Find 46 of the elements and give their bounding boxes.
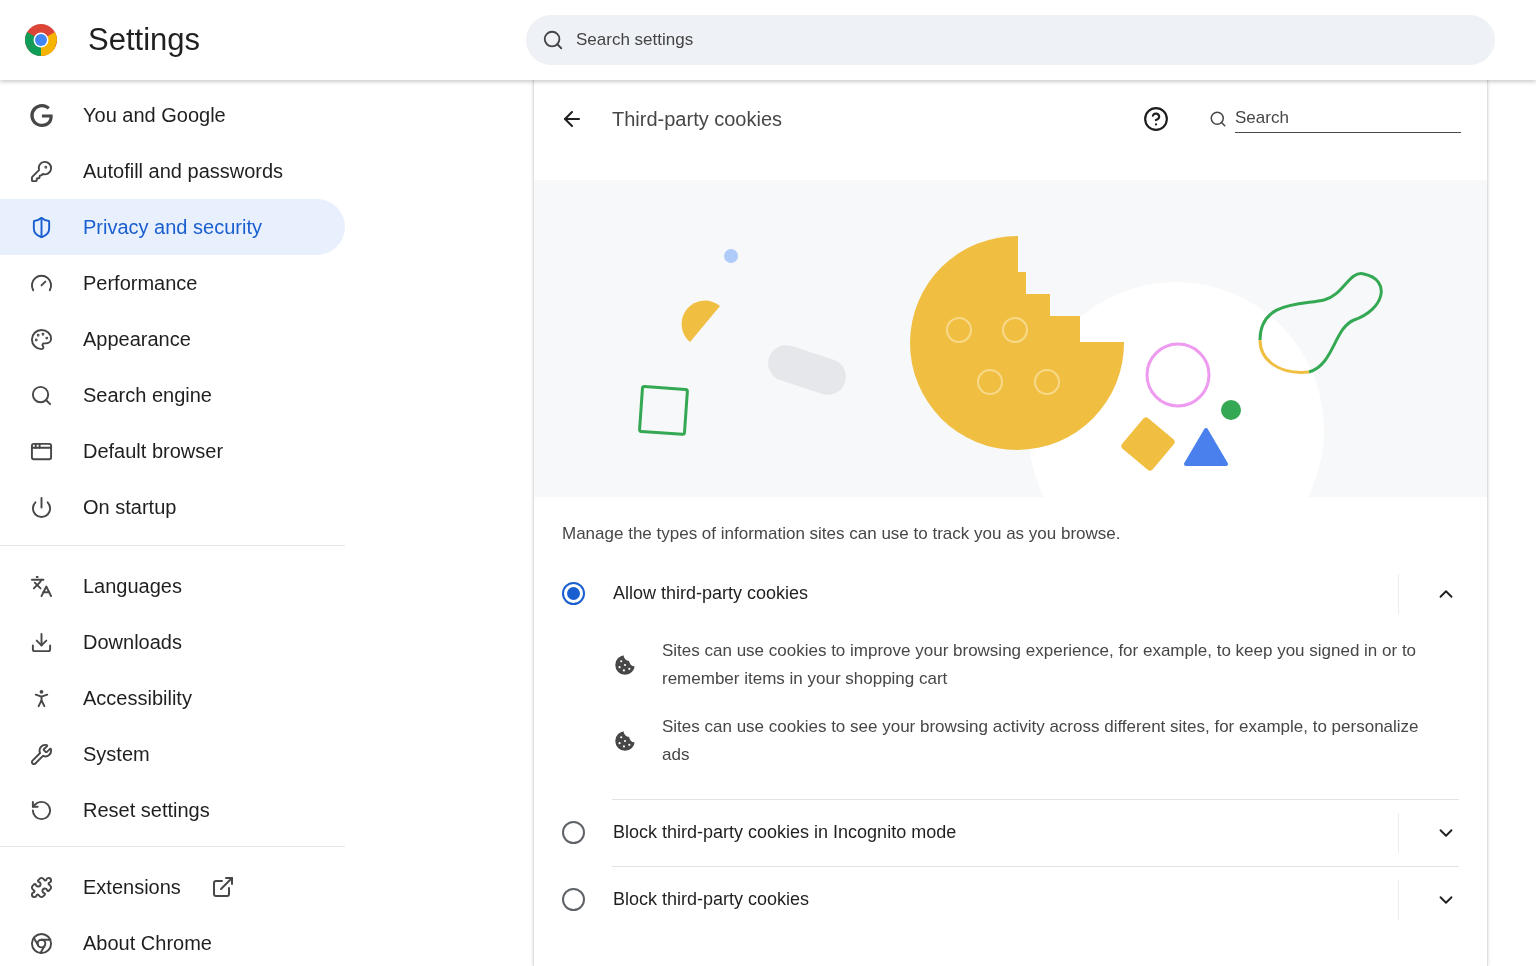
help-icon[interactable] (1143, 106, 1169, 132)
detail-text: Sites can use cookies to improve your browsing experience, for example, to keep you signed in or to remember items in your shopping cart (662, 639, 1418, 690)
sidebar-item[interactable]: Accessibility (0, 670, 345, 726)
sidebar-item[interactable]: On startup (0, 479, 345, 535)
option-label[interactable]: Block third-party cookies in Incognito mode (613, 819, 1398, 846)
search-icon (30, 383, 53, 407)
puzzle-icon (30, 875, 53, 899)
sidebar-item[interactable]: Extensions (0, 859, 345, 915)
palette-icon (30, 327, 53, 351)
search-icon (1209, 110, 1227, 128)
page-title: Settings (88, 20, 200, 59)
google-logo-icon (30, 103, 53, 127)
sidebar-item[interactable]: Privacy and security (0, 199, 345, 255)
sidebar-item[interactable]: Search engine (0, 367, 345, 423)
sidebar-item[interactable]: About Chrome (0, 915, 345, 966)
radio-button[interactable] (562, 821, 585, 844)
sidebar-item[interactable]: System (0, 726, 345, 782)
browser-logo-icon (30, 931, 53, 955)
option-label[interactable]: Block third-party cookies (613, 886, 1398, 913)
radio-button[interactable] (562, 582, 585, 605)
sidebar-item[interactable]: Autofill and passwords (0, 143, 345, 199)
section-title: Third-party cookies (612, 107, 784, 132)
translate-icon (30, 574, 53, 598)
external-link-icon[interactable] (210, 875, 235, 899)
description-text: Manage the types of information sites can use to track you as you browse. (562, 523, 1122, 545)
power-icon (30, 495, 53, 519)
sidebar-item[interactable]: You and Google (0, 87, 345, 143)
search-input[interactable]: Search (1235, 104, 1461, 134)
search-icon (542, 29, 564, 51)
sidebar-item[interactable]: Appearance (0, 311, 345, 367)
option-label[interactable]: Allow third-party cookies (613, 580, 1398, 607)
key-icon (30, 159, 53, 183)
sidebar-item[interactable]: Default browser (0, 423, 345, 479)
download-icon (30, 630, 53, 654)
shield-icon (30, 215, 53, 239)
sidebar-item[interactable]: Downloads (0, 614, 345, 670)
sidebar-item[interactable]: Reset settings (0, 782, 345, 838)
search-input[interactable]: Search settings (576, 27, 1479, 53)
detail-text: Sites can use cookies to see your browsing activity across different sites, for example, to personalize ads (662, 715, 1420, 766)
search-field[interactable]: Search settings (526, 15, 1495, 65)
radio-button[interactable] (562, 888, 585, 911)
browser-logo-icon (24, 23, 58, 57)
sidebar-item[interactable]: Performance (0, 255, 345, 311)
sidebar-item[interactable]: Languages (0, 558, 345, 614)
wrench-icon (30, 742, 53, 766)
reset-icon (30, 798, 53, 822)
